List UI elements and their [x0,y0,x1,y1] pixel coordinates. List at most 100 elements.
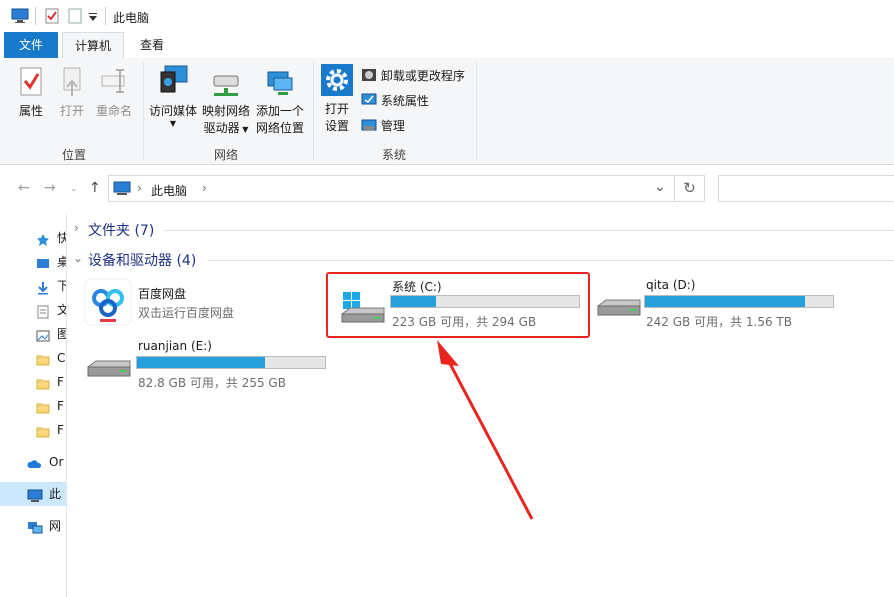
address-dropdown-icon[interactable]: ⌄ [654,179,666,195]
nav-item-label: Or [49,455,64,469]
tab-view[interactable]: 查看 [128,32,176,58]
drive-d-item[interactable]: qita (D:) 242 GB 可用，共 1.56 TB [594,278,839,330]
navigation-pane: 快桌下文图 C F F F Or 此网 [0,214,67,597]
baidu-netdisk-item[interactable]: 百度网盘 双击运行百度网盘 [84,278,284,330]
tab-computer[interactable]: 计算机 [62,32,124,59]
quick-access-dropdown-icon[interactable] [88,12,98,22]
nav-item[interactable]: 下 [0,274,66,298]
drive-e-item[interactable]: ruanjian (E:) 82.8 GB 可用，共 255 GB [84,339,329,391]
baidu-netdisk-name: 百度网盘 [138,287,187,301]
nav-item[interactable]: F [0,370,66,394]
group-network-label: 网络 [213,148,238,162]
nav-item-label: C [57,351,66,365]
manage-button[interactable]: 管理 [361,116,405,136]
nav-item[interactable]: F [0,418,66,442]
properties-quick-icon[interactable] [45,8,59,24]
section-divider [163,230,894,231]
open-label: 打开 [59,104,84,118]
section-devices-header[interactable]: 设备和驱动器 (4) [88,250,196,270]
up-arrow-icon[interactable]: ↑ [89,180,101,196]
dropdown-arrow-icon: ▼ [169,119,177,128]
refresh-icon: ↻ [683,179,696,197]
uninstall-label: 卸载或更改程序 [380,69,465,83]
drive-d-space: 242 GB 可用，共 1.56 TB [646,315,792,329]
nav-item[interactable]: 文 [0,298,66,322]
title-bar: 此电脑 [0,0,894,32]
group-system-label: 系统 [381,148,406,162]
section-divider [207,260,894,261]
open-button[interactable]: 打开 [54,66,90,120]
forward-arrow-icon[interactable]: → [44,180,56,196]
drive-e-name: ruanjian (E:) [138,339,212,353]
nav-item[interactable]: 桌 [0,250,66,274]
nav-item[interactable]: 此 [0,482,66,506]
search-input[interactable] [718,175,894,202]
ribbon-tabs: 文件 计算机 查看 [0,32,894,59]
map-drive-label-2: 驱动器 [203,121,240,135]
download-icon [36,279,50,295]
cloud-icon [27,455,42,469]
system-properties-label: 系统属性 [380,94,429,108]
document-icon [36,303,50,319]
nav-item[interactable]: Or [0,450,66,474]
properties-icon [20,67,42,96]
nav-item[interactable]: 图 [0,322,66,346]
group-separator [476,62,477,160]
open-icon [63,67,81,96]
nav-item-label: 桌 [57,255,66,269]
nav-item-label: 下 [57,279,66,293]
nav-item-label: F [57,375,64,389]
computer-icon [11,8,29,23]
open-settings-button[interactable]: 打开 设置 [318,64,356,135]
folder-icon [36,375,50,390]
divider [35,7,36,25]
map-network-drive-button[interactable]: 映射网络 驱动器 ▼ [200,68,252,138]
network-location-icon [267,71,293,95]
map-drive-label-1: 映射网络 [201,104,250,118]
access-media-button[interactable]: 访问媒体 ▼ [147,64,199,128]
gear-icon [321,64,353,96]
access-media-label: 访问媒体 [148,104,197,118]
drive-e-usage-bar [136,356,326,369]
drive-d-name: qita (D:) [646,278,696,292]
collapse-chevron-icon[interactable]: ⌄ [73,251,83,265]
folder-icon [36,423,50,438]
properties-button[interactable]: 属性 [12,66,50,120]
address-bar[interactable]: › 此电脑 › ⌄ [108,175,675,202]
nav-item[interactable]: 快 [0,226,66,250]
rename-icon [101,69,125,93]
new-folder-quick-icon[interactable] [68,8,82,24]
nav-item-label: 图 [57,327,66,341]
nav-item-label: F [57,399,64,413]
nav-item[interactable]: 网 [0,514,66,538]
dropdown-arrow-icon: ▼ [239,125,249,134]
baidu-netdisk-icon [84,278,132,326]
address-separator: › [202,181,207,195]
star-icon [36,231,50,246]
expand-chevron-icon[interactable]: › [74,221,79,235]
recent-locations-chevron-icon[interactable]: ⌄ [70,184,78,194]
nav-item[interactable]: C [0,346,66,370]
section-folders-header[interactable]: 文件夹 (7) [88,220,154,240]
add-network-location-button[interactable]: 添加一个 网络位置 [254,68,306,137]
hard-drive-icon [597,299,641,316]
nav-item[interactable]: F [0,394,66,418]
drive-d-usage-bar [644,295,834,308]
picture-icon [36,327,50,342]
computer-icon [27,487,43,502]
system-properties-button[interactable]: 系统属性 [361,91,429,111]
manage-icon [361,119,377,131]
system-properties-icon [361,93,377,105]
tab-file[interactable]: 文件 [4,32,58,58]
drive-e-usage-fill [137,357,265,368]
refresh-button[interactable]: ↻ [675,175,705,202]
drive-e-space: 82.8 GB 可用，共 255 GB [138,376,286,390]
rename-button[interactable]: 重命名 [94,66,134,120]
address-path[interactable]: 此电脑 [151,182,187,199]
desktop-icon [36,255,50,269]
window-title: 此电脑 [113,11,150,25]
baidu-netdisk-subtitle: 双击运行百度网盘 [138,306,235,320]
uninstall-programs-button[interactable]: 卸载或更改程序 [361,66,465,86]
back-arrow-icon[interactable]: ← [18,180,30,196]
address-separator: › [137,181,142,195]
